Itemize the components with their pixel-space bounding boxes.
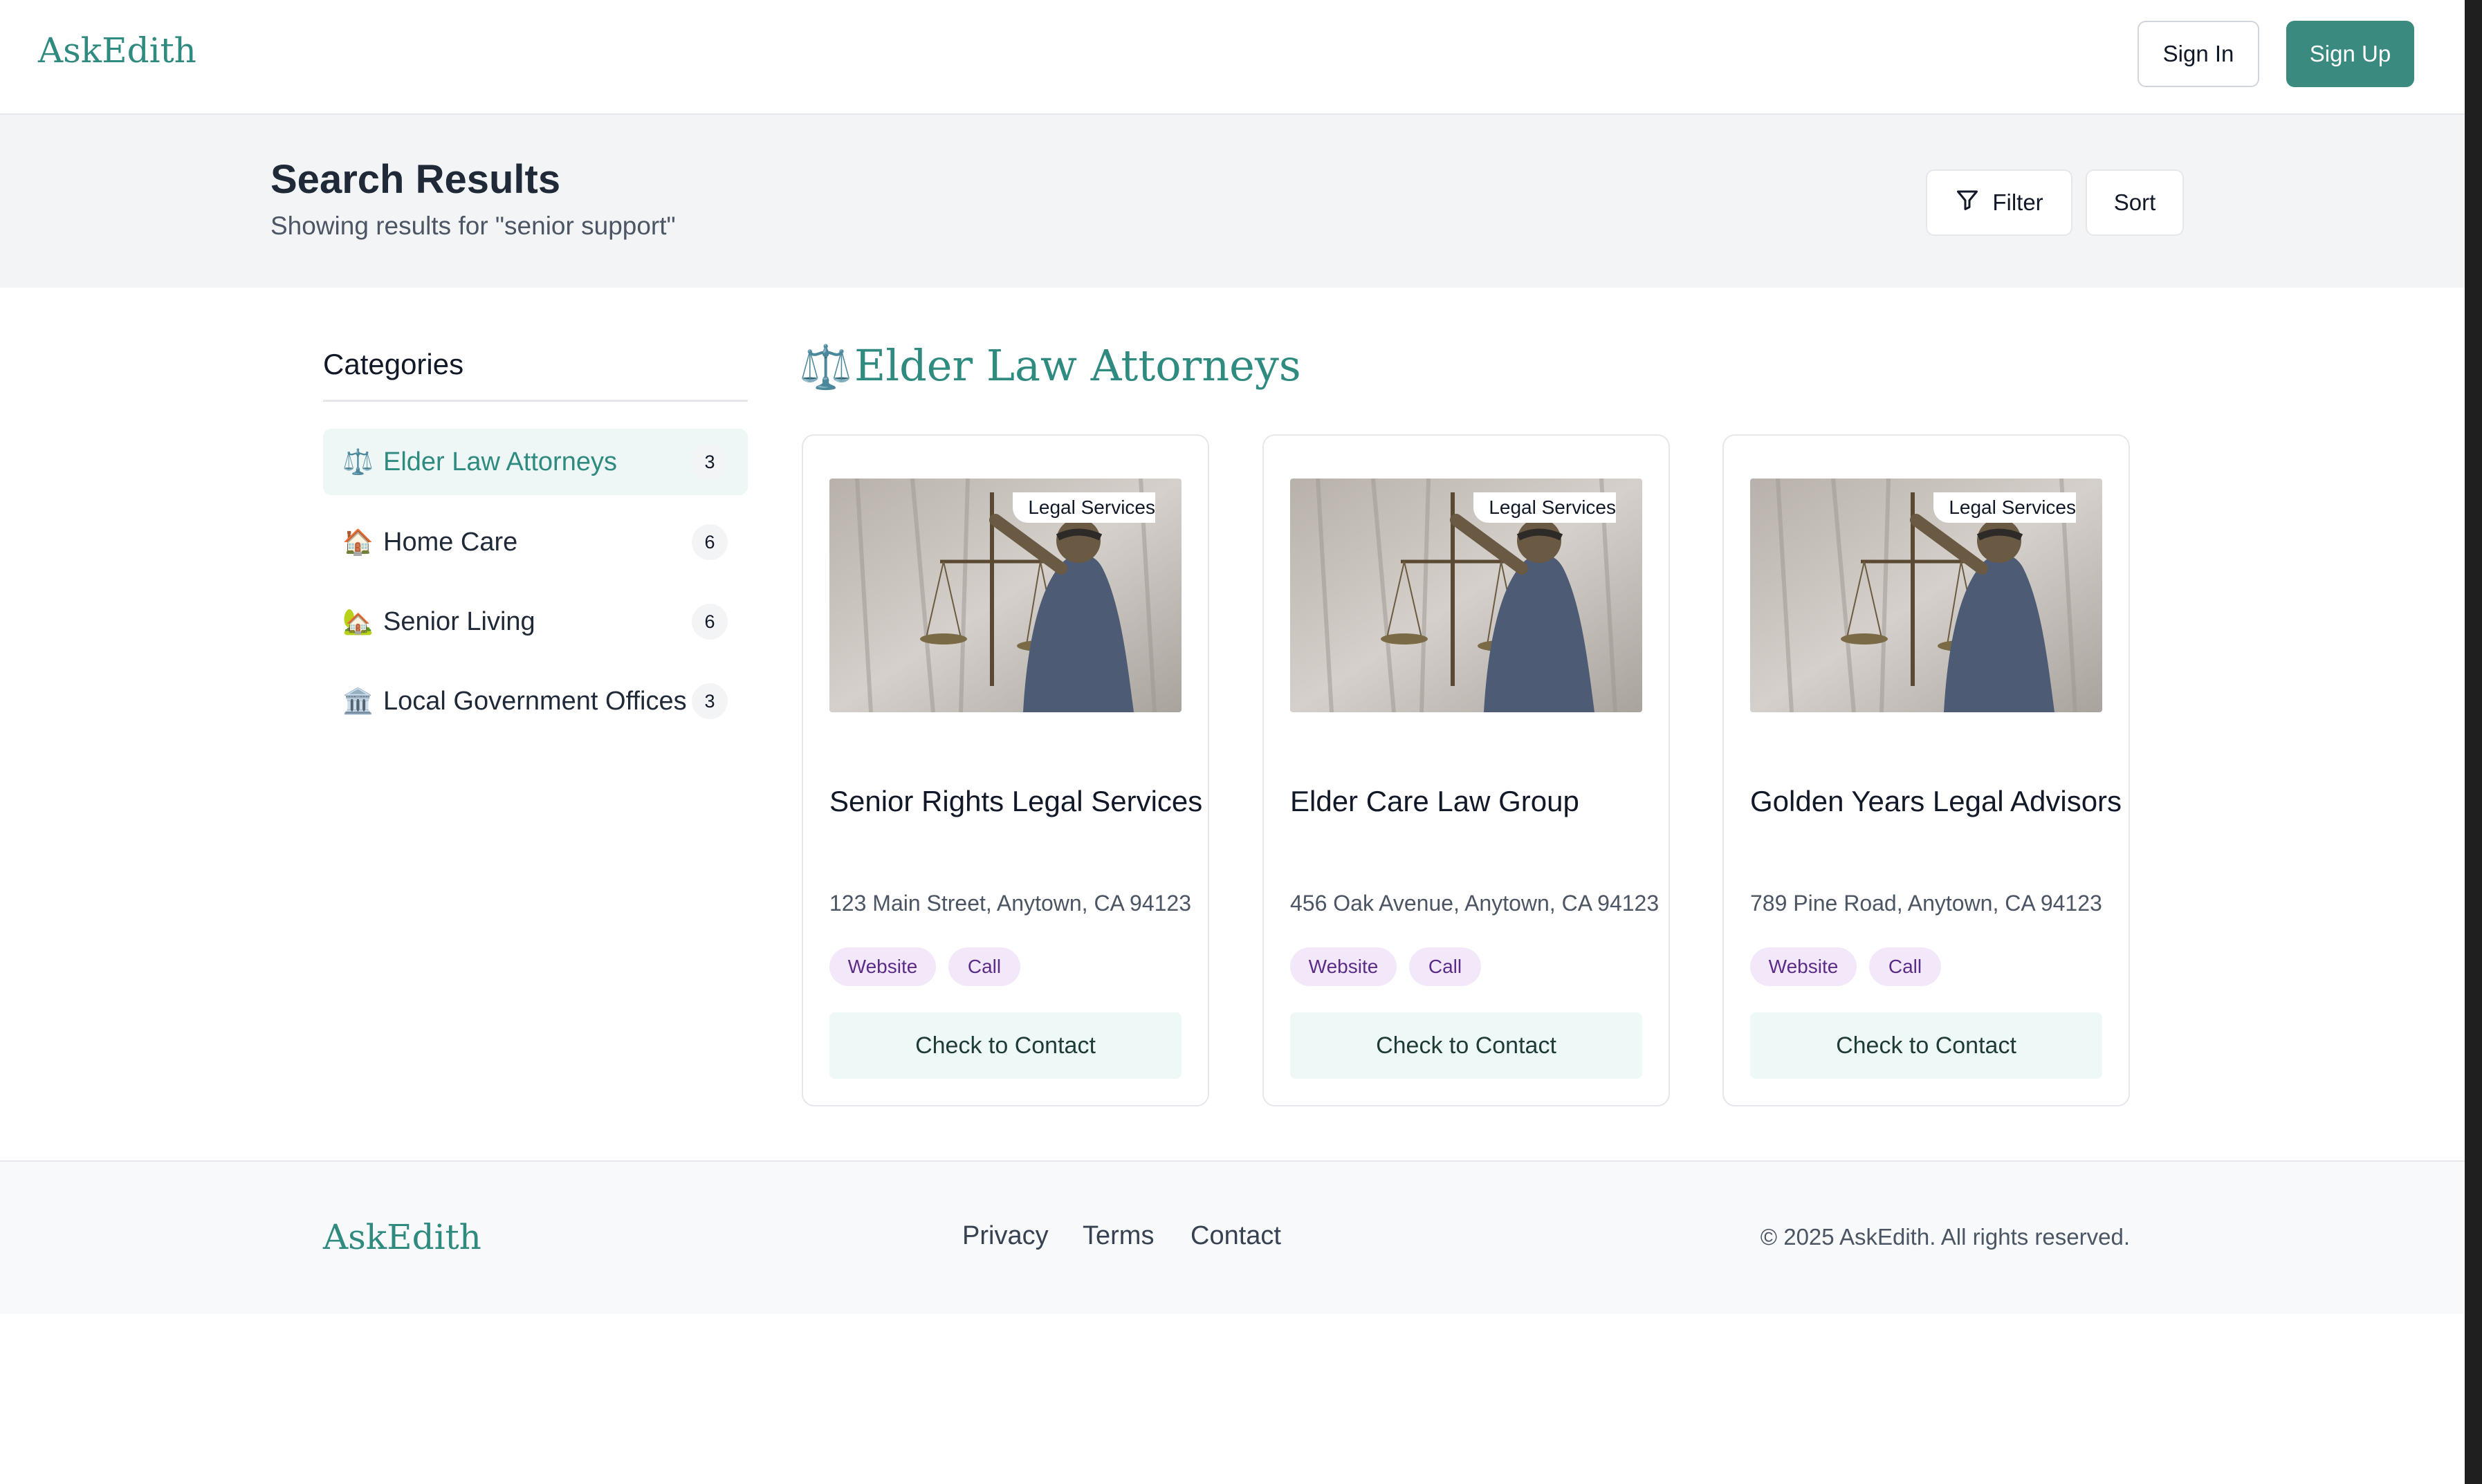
search-query-summary: Showing results for "senior support" xyxy=(270,212,676,240)
house-icon: 🏠 xyxy=(342,528,374,556)
website-button[interactable]: Website xyxy=(829,947,936,986)
divider xyxy=(323,400,748,402)
footer-link-contact[interactable]: Contact xyxy=(1191,1221,1281,1251)
call-button[interactable]: Call xyxy=(948,947,1020,986)
house-garden-icon: 🏡 xyxy=(342,607,374,636)
category-label: Home Care xyxy=(383,527,518,557)
window-edge xyxy=(2465,0,2482,1484)
filter-button[interactable]: Filter xyxy=(1926,169,2072,236)
category-tag: Legal Services xyxy=(1473,492,1616,523)
check-to-contact-button[interactable]: Check to Contact xyxy=(1750,1012,2102,1079)
lady-justice-image: Legal Services xyxy=(1750,479,2102,712)
copyright: © 2025 AskEdith. All rights reserved. xyxy=(1760,1224,2130,1250)
page-title: Search Results xyxy=(270,157,561,202)
filter-icon xyxy=(1955,187,1980,218)
call-button[interactable]: Call xyxy=(1869,947,1941,986)
website-button[interactable]: Website xyxy=(1750,947,1857,986)
listing-name[interactable]: Elder Care Law Group xyxy=(1290,785,1579,818)
category-label: Senior Living xyxy=(383,606,535,636)
check-to-contact-button[interactable]: Check to Contact xyxy=(1290,1012,1642,1079)
category-local-government-offices[interactable]: 🏛️ Local Government Offices 3 xyxy=(323,668,748,734)
category-count-badge: 3 xyxy=(692,683,728,719)
top-nav: AskEdith Sign In Sign Up xyxy=(0,0,2465,115)
lady-justice-image: Legal Services xyxy=(1290,479,1642,712)
listing-address: 789 Pine Road, Anytown, CA 94123 xyxy=(1750,891,2102,916)
listing-card[interactable]: Legal Services Golden Years Legal Adviso… xyxy=(1722,434,2130,1106)
footer: AskEdith Privacy Terms Contact © 2025 As… xyxy=(0,1160,2465,1314)
categories-heading: Categories xyxy=(323,348,464,380)
listing-card[interactable]: Legal Services Senior Rights Legal Servi… xyxy=(802,434,1209,1106)
sign-in-button[interactable]: Sign In xyxy=(2138,21,2259,87)
government-building-icon: 🏛️ xyxy=(342,687,374,715)
category-home-care[interactable]: 🏠 Home Care 6 xyxy=(323,509,748,575)
scales-icon: ⚖️ xyxy=(799,344,853,391)
listing-address: 456 Oak Avenue, Anytown, CA 94123 xyxy=(1290,891,1660,916)
category-count-badge: 6 xyxy=(692,604,728,640)
footer-link-terms[interactable]: Terms xyxy=(1083,1221,1154,1251)
results-header: Search Results Showing results for "seni… xyxy=(0,115,2465,288)
footer-link-privacy[interactable]: Privacy xyxy=(962,1221,1049,1251)
category-count-badge: 3 xyxy=(692,444,728,480)
footer-logo[interactable]: AskEdith xyxy=(323,1217,481,1257)
category-senior-living[interactable]: 🏡 Senior Living 6 xyxy=(323,588,748,655)
section-title: Elder Law Attorneys xyxy=(854,340,1301,391)
category-label: Elder Law Attorneys xyxy=(383,447,617,476)
lady-justice-image: Legal Services xyxy=(829,479,1182,712)
sign-up-button[interactable]: Sign Up xyxy=(2286,21,2414,87)
website-button[interactable]: Website xyxy=(1290,947,1397,986)
check-to-contact-button[interactable]: Check to Contact xyxy=(829,1012,1182,1079)
scales-icon: ⚖️ xyxy=(342,447,374,476)
sort-button[interactable]: Sort xyxy=(2086,169,2184,236)
category-tag: Legal Services xyxy=(1013,492,1155,523)
page: AskEdith Sign In Sign Up Search Results … xyxy=(0,0,2465,1484)
listing-card[interactable]: Legal Services Elder Care Law Group 456 … xyxy=(1262,434,1670,1106)
listing-name[interactable]: Senior Rights Legal Services xyxy=(829,785,1202,818)
category-count-badge: 6 xyxy=(692,524,728,560)
filter-label: Filter xyxy=(1992,189,2043,215)
logo[interactable]: AskEdith xyxy=(38,30,196,71)
listing-address: 123 Main Street, Anytown, CA 94123 xyxy=(829,891,1191,916)
category-tag: Legal Services xyxy=(1933,492,2076,523)
category-label: Local Government Offices xyxy=(383,686,687,716)
call-button[interactable]: Call xyxy=(1409,947,1481,986)
category-elder-law-attorneys[interactable]: ⚖️ Elder Law Attorneys 3 xyxy=(323,429,748,495)
listing-name[interactable]: Golden Years Legal Advisors xyxy=(1750,785,2122,818)
